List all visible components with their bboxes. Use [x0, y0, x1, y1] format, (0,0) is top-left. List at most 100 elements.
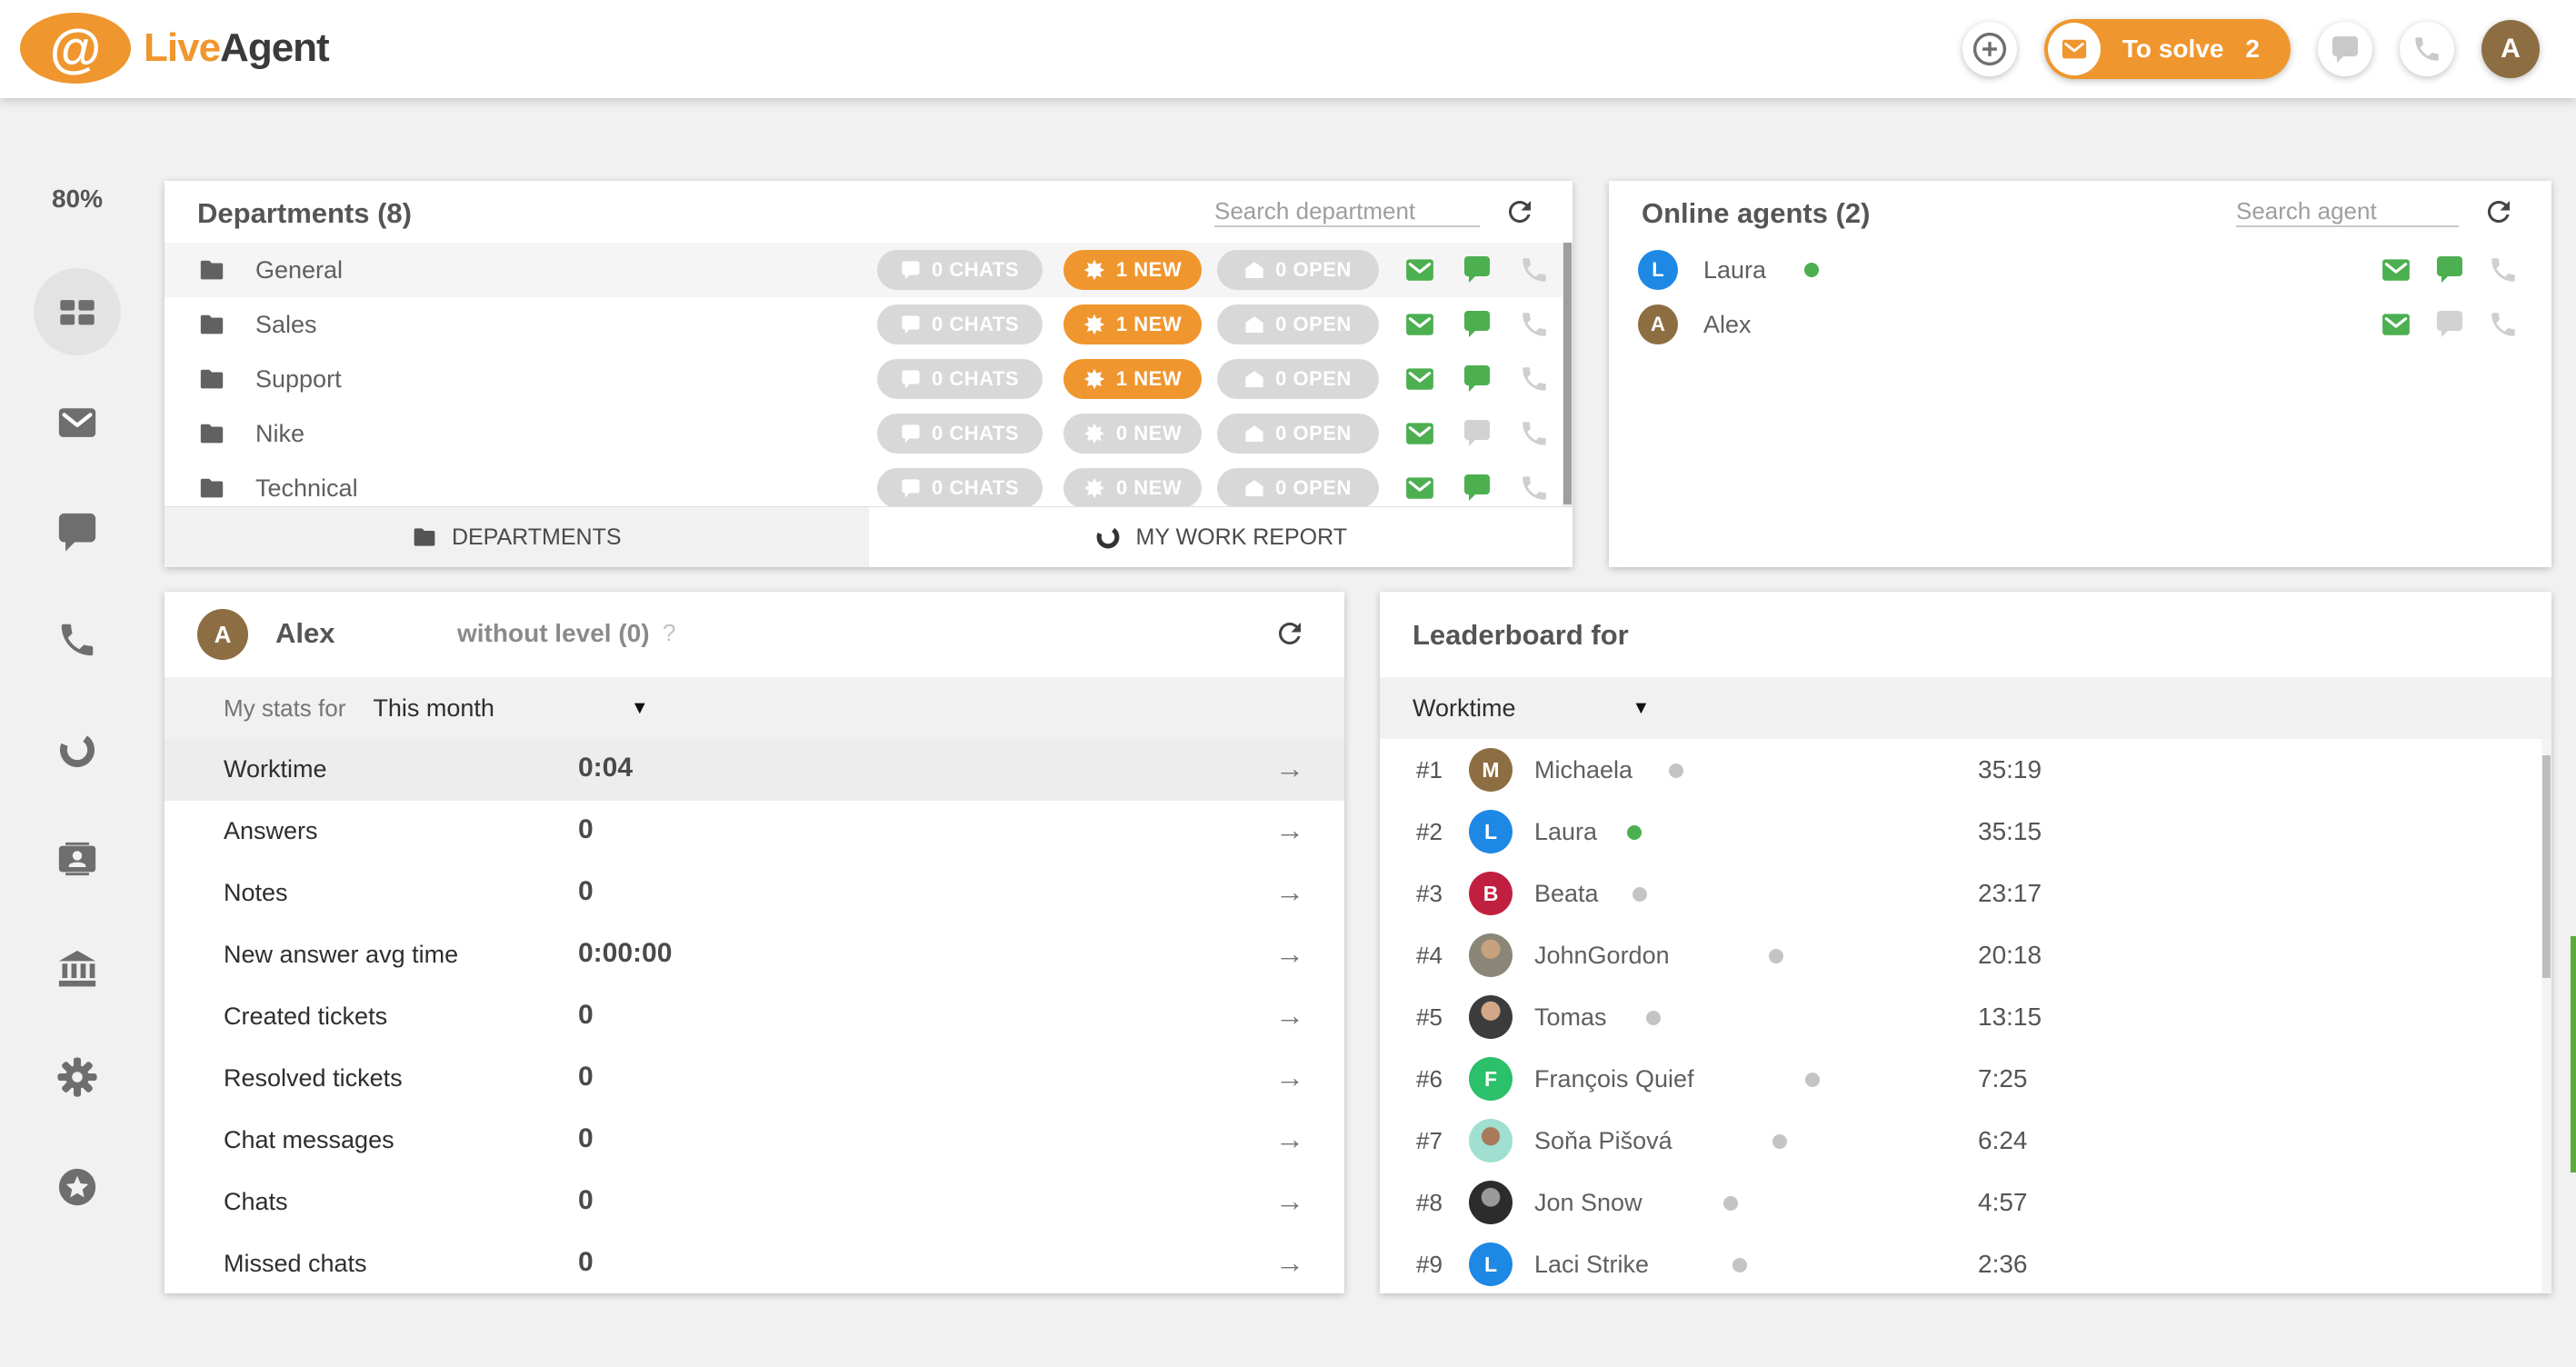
sidebar-item-dashboard[interactable]	[34, 268, 121, 355]
folder-icon	[198, 420, 225, 447]
search-department-input[interactable]	[1214, 196, 1480, 227]
refresh-stats-button[interactable]	[1273, 617, 1306, 650]
chat-department-button[interactable]	[1463, 473, 1492, 502]
agent-row[interactable]: L Laura	[1609, 243, 2551, 297]
stat-row[interactable]: Created tickets 0 →	[165, 986, 1344, 1048]
email-department-button[interactable]	[1404, 309, 1435, 340]
stat-row[interactable]: New answer avg time 0:00:00 →	[165, 924, 1344, 986]
liveagent-logo[interactable]: @ LiveAgent	[20, 13, 330, 84]
leaderboard-scrollbar[interactable]	[2541, 739, 2551, 1293]
call-department-button[interactable]	[1519, 254, 1550, 285]
scrollbar-thumb[interactable]	[2542, 755, 2551, 978]
worktime-value: 20:18	[1978, 941, 2042, 969]
sidebar-item-tickets[interactable]	[0, 402, 155, 444]
search-agent-input[interactable]	[2236, 196, 2459, 227]
status-dot	[1627, 825, 1642, 840]
leaderboard-row[interactable]: #9 L Laci Strike 2:36	[1380, 1233, 2551, 1293]
arrow-right-icon[interactable]: →	[1275, 1123, 1304, 1156]
stat-value: 0	[578, 1247, 594, 1277]
leaderboard-row[interactable]: #6 F François Quief 7:25	[1380, 1048, 2551, 1110]
stat-row[interactable]: Answers 0 →	[165, 801, 1344, 863]
call-department-button[interactable]	[1519, 418, 1550, 449]
stat-row[interactable]: Resolved tickets 0 →	[165, 1048, 1344, 1110]
sidebar-item-rewards[interactable]	[0, 1166, 155, 1208]
chat-agent-button[interactable]	[2435, 254, 2464, 285]
department-row[interactable]: Technical 0 CHATS 0 NEW 0 OPEN	[165, 461, 1573, 506]
tab-departments[interactable]: DEPARTMENTS	[165, 507, 869, 567]
chats-button[interactable]	[2318, 22, 2372, 76]
leaderboard-row[interactable]: #4 JohnGordon 20:18	[1380, 924, 2551, 986]
departments-scrollbar[interactable]	[1563, 243, 1573, 506]
department-row[interactable]: Support 0 CHATS 1 NEW 0 OPEN	[165, 352, 1573, 406]
sidebar-item-company[interactable]	[0, 948, 155, 990]
arrow-right-icon[interactable]: →	[1275, 937, 1304, 971]
sidebar-item-chats[interactable]	[0, 511, 155, 553]
refresh-departments-button[interactable]	[1503, 195, 1536, 228]
department-row[interactable]: Nike 0 CHATS 0 NEW 0 OPEN	[165, 406, 1573, 461]
stat-row[interactable]: Worktime 0:04 →	[165, 739, 1344, 801]
leaderboard-row[interactable]: #5 Tomas 13:15	[1380, 986, 2551, 1048]
leaderboard-row[interactable]: #8 Jon Snow 4:57	[1380, 1172, 2551, 1233]
user-avatar[interactable]: A	[2481, 20, 2540, 78]
arrow-right-icon[interactable]: →	[1275, 1246, 1304, 1280]
sidebar-item-customers[interactable]	[0, 838, 155, 880]
email-department-button[interactable]	[1404, 254, 1435, 285]
call-department-button[interactable]	[1519, 473, 1550, 504]
chevron-down-icon[interactable]: ▼	[631, 698, 649, 719]
period-select[interactable]: This month	[373, 694, 494, 723]
chat-department-button[interactable]	[1463, 309, 1492, 338]
stat-value: 0	[578, 814, 594, 844]
agent-name: Laci Strike	[1534, 1251, 1650, 1278]
email-department-button[interactable]	[1404, 364, 1435, 394]
to-solve-button[interactable]: To solve 2	[2043, 19, 2291, 79]
new-badge: 0 NEW	[1063, 468, 1202, 506]
agent-row[interactable]: A Alex	[1609, 297, 2551, 352]
calls-button[interactable]	[2400, 22, 2454, 76]
chat-department-button[interactable]	[1463, 418, 1492, 447]
add-button[interactable]	[1962, 22, 2017, 76]
metric-select[interactable]: Worktime	[1413, 694, 1516, 723]
folder-icon	[198, 256, 225, 284]
chat-department-button[interactable]	[1463, 254, 1492, 284]
call-department-button[interactable]	[1519, 364, 1550, 394]
agent-name: Beata	[1534, 880, 1599, 907]
call-department-button[interactable]	[1519, 309, 1550, 340]
leaderboard-row[interactable]: #2 L Laura 35:15	[1380, 801, 2551, 863]
chat-department-button[interactable]	[1463, 364, 1492, 393]
arrow-right-icon[interactable]: →	[1275, 813, 1304, 847]
arrow-right-icon[interactable]: →	[1275, 999, 1304, 1033]
rank-label: #9	[1416, 1251, 1443, 1278]
chats-badge: 0 CHATS	[877, 359, 1043, 399]
stat-row[interactable]: Chats 0 →	[165, 1172, 1344, 1233]
stat-row[interactable]: Missed chats 0 →	[165, 1233, 1344, 1293]
chat-agent-button[interactable]	[2435, 309, 2464, 340]
arrow-right-icon[interactable]: →	[1275, 875, 1304, 909]
email-agent-button[interactable]	[2381, 254, 2411, 285]
department-name: Sales	[255, 310, 317, 338]
arrow-right-icon[interactable]: →	[1275, 1184, 1304, 1218]
chevron-down-icon[interactable]: ▼	[1632, 698, 1651, 719]
department-row[interactable]: Sales 0 CHATS 1 NEW 0 OPEN	[165, 297, 1573, 352]
leaderboard-row[interactable]: #1 M Michaela 35:19	[1380, 739, 2551, 801]
department-row[interactable]: General 0 CHATS 1 NEW 0 OPEN	[165, 243, 1573, 297]
refresh-agents-button[interactable]	[2482, 195, 2515, 228]
stat-row[interactable]: Chat messages 0 →	[165, 1110, 1344, 1172]
leaderboard-row[interactable]: #7 Soňa Pišová 6:24	[1380, 1110, 2551, 1172]
sidebar-item-settings[interactable]	[0, 1056, 155, 1098]
tab-my-work-report[interactable]: MY WORK REPORT	[868, 507, 1573, 567]
help-icon[interactable]: ?	[663, 619, 675, 647]
sidebar-item-calls[interactable]	[0, 619, 155, 661]
arrow-right-icon[interactable]: →	[1275, 752, 1304, 785]
online-agents-title: Online agents (2)	[1642, 197, 1871, 229]
email-department-button[interactable]	[1404, 418, 1435, 449]
call-agent-button[interactable]	[2488, 254, 2519, 285]
arrow-right-icon[interactable]: →	[1275, 1061, 1304, 1094]
sidebar-item-automation[interactable]	[0, 729, 155, 771]
leaderboard-row[interactable]: #3 B Beata 23:17	[1380, 863, 2551, 924]
folder-icon	[198, 311, 225, 338]
stat-row[interactable]: Notes 0 →	[165, 863, 1344, 924]
call-agent-button[interactable]	[2488, 309, 2519, 340]
email-agent-button[interactable]	[2381, 309, 2411, 340]
email-department-button[interactable]	[1404, 473, 1435, 504]
scrollbar-thumb[interactable]	[1563, 243, 1572, 504]
